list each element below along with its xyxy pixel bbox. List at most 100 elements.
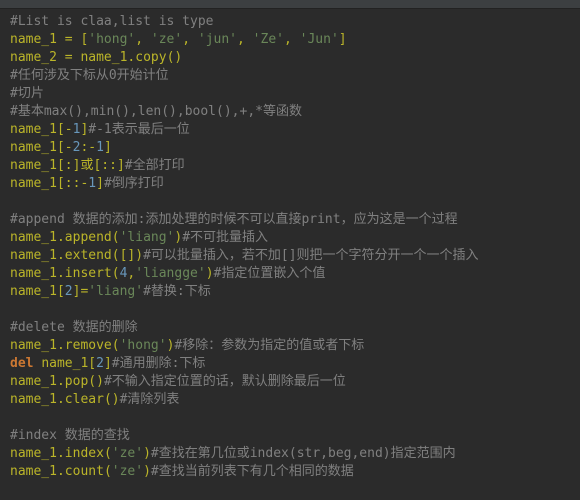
token-op: , bbox=[237, 32, 253, 47]
token-op: . bbox=[57, 230, 65, 245]
token-id: name_1 bbox=[10, 338, 57, 353]
token-id: name_1 bbox=[10, 230, 57, 245]
code-line[interactable]: name_1 = ['hong', 'ze', 'jun', 'Ze', 'Ju… bbox=[10, 31, 572, 49]
token-op: , bbox=[284, 32, 300, 47]
token-br: [ bbox=[88, 356, 96, 371]
token-id: 或 bbox=[80, 158, 93, 173]
code-line[interactable]: name_1[::-1]#倒序打印 bbox=[10, 175, 572, 193]
code-line[interactable]: name_1[-2:-1] bbox=[10, 139, 572, 157]
token-id: name_1 bbox=[10, 464, 57, 479]
code-line[interactable]: del name_1[2]#通用删除:下标 bbox=[10, 355, 572, 373]
code-editor[interactable]: #List is claa,list is typename_1 = ['hon… bbox=[0, 9, 580, 485]
token-id: extend bbox=[65, 248, 112, 263]
token-op: : bbox=[65, 158, 73, 173]
token-str: 'liang' bbox=[120, 230, 175, 245]
token-id: copy bbox=[135, 50, 166, 65]
token-str: 'liang' bbox=[88, 284, 143, 299]
code-line[interactable]: name_1.count('ze')#查找当前列表下有几个相同的数据 bbox=[10, 463, 572, 481]
token-op: = bbox=[57, 50, 80, 65]
token-br: [ bbox=[57, 176, 65, 191]
token-br: ] bbox=[339, 32, 347, 47]
editor-top-bar bbox=[0, 0, 580, 9]
token-br: ) bbox=[143, 446, 151, 461]
token-br: ( bbox=[112, 248, 120, 263]
token-op: = bbox=[57, 32, 80, 47]
code-line[interactable]: name_1.pop()#不输入指定位置的话，默认删除最后一位 bbox=[10, 373, 572, 391]
token-id: clear bbox=[65, 392, 104, 407]
code-line[interactable] bbox=[10, 409, 572, 427]
token-c: #List is claa,list is type bbox=[10, 14, 214, 29]
token-id: name_1 bbox=[10, 176, 57, 191]
code-line[interactable]: name_1[-1]#-1表示最后一位 bbox=[10, 121, 572, 139]
code-line[interactable] bbox=[10, 301, 572, 319]
token-c: #清除列表 bbox=[120, 392, 180, 407]
token-c: #index 数据的查找 bbox=[10, 428, 130, 443]
token-kw: del bbox=[10, 356, 33, 371]
code-line[interactable]: #append 数据的添加:添加处理的时候不可以直接print，应为这是一个过程 bbox=[10, 211, 572, 229]
token-c: #倒序打印 bbox=[104, 176, 164, 191]
token-str: 'ze' bbox=[112, 464, 143, 479]
token-br: () bbox=[88, 374, 104, 389]
code-line[interactable]: #基本max(),min(),len(),bool(),+,*等函数 bbox=[10, 103, 572, 121]
token-id: insert bbox=[65, 266, 112, 281]
token-c: #查找当前列表下有几个相同的数据 bbox=[151, 464, 354, 479]
code-line[interactable]: name_1.index('ze')#查找在第几位或index(str,beg,… bbox=[10, 445, 572, 463]
token-op: , bbox=[182, 32, 198, 47]
token-op: , bbox=[135, 32, 151, 47]
code-line[interactable]: name_1.clear()#清除列表 bbox=[10, 391, 572, 409]
token-br: () bbox=[167, 50, 183, 65]
token-id: pop bbox=[65, 374, 88, 389]
token-br: ] bbox=[96, 176, 104, 191]
code-line[interactable]: #index 数据的查找 bbox=[10, 427, 572, 445]
token-br: [ bbox=[57, 122, 65, 137]
code-line[interactable] bbox=[10, 193, 572, 211]
code-line[interactable]: name_2 = name_1.copy() bbox=[10, 49, 572, 67]
token-op: : bbox=[65, 176, 73, 191]
token-id: index bbox=[65, 446, 104, 461]
token-br: ( bbox=[112, 230, 120, 245]
token-op: - bbox=[88, 140, 96, 155]
code-line[interactable]: name_1.append('liang')#不可批量插入 bbox=[10, 229, 572, 247]
token-br: [ bbox=[57, 158, 65, 173]
token-op: . bbox=[57, 374, 65, 389]
code-line[interactable]: #List is claa,list is type bbox=[10, 13, 572, 31]
token-c: #不输入指定位置的话，默认删除最后一位 bbox=[104, 374, 346, 389]
token-op: : bbox=[101, 158, 109, 173]
token-id: name_1 bbox=[10, 392, 57, 407]
code-line[interactable]: #任何涉及下标从0开始计位 bbox=[10, 67, 572, 85]
token-op: . bbox=[57, 266, 65, 281]
token-br: ( bbox=[112, 338, 120, 353]
token-id: name_1 bbox=[10, 140, 57, 155]
token-id: count bbox=[65, 464, 104, 479]
token-str: 'hong' bbox=[120, 338, 167, 353]
code-line[interactable]: name_1[2]='liang'#替换:下标 bbox=[10, 283, 572, 301]
token-str: 'jun' bbox=[198, 32, 237, 47]
token-op: - bbox=[65, 122, 73, 137]
code-line[interactable]: #delete 数据的删除 bbox=[10, 319, 572, 337]
token-str: 'Ze' bbox=[253, 32, 284, 47]
code-line[interactable]: name_1.insert(4,'liangge')#指定位置嵌入个值 bbox=[10, 265, 572, 283]
code-line[interactable]: name_1[:]或[::]#全部打印 bbox=[10, 157, 572, 175]
token-id: name_1 bbox=[10, 446, 57, 461]
token-id: name_1 bbox=[10, 248, 57, 263]
token-c: #append 数据的添加:添加处理的时候不可以直接print，应为这是一个过程 bbox=[10, 212, 458, 227]
token-id: name_1 bbox=[10, 158, 57, 173]
token-op: . bbox=[57, 464, 65, 479]
token-br: ) bbox=[135, 248, 143, 263]
token-str: 'liangge' bbox=[135, 266, 205, 281]
token-str: 'ze' bbox=[112, 446, 143, 461]
token-num: 1 bbox=[96, 140, 104, 155]
token-id: name_2 bbox=[10, 50, 57, 65]
token-op: . bbox=[57, 392, 65, 407]
code-line[interactable]: name_1.remove('hong')#移除：参数为指定的值或者下标 bbox=[10, 337, 572, 355]
code-line[interactable]: #切片 bbox=[10, 85, 572, 103]
token-op: : bbox=[109, 158, 117, 173]
code-line[interactable]: name_1.extend([])#可以批量插入，若不加[]则把一个字符分开一个… bbox=[10, 247, 572, 265]
token-op: . bbox=[57, 446, 65, 461]
token-id: append bbox=[65, 230, 112, 245]
token-c: #替换:下标 bbox=[143, 284, 211, 299]
token-c: #切片 bbox=[10, 86, 44, 101]
token-op: . bbox=[57, 338, 65, 353]
token-id: remove bbox=[65, 338, 112, 353]
token-c: #查找在第几位或index(str,beg,end)指定范围内 bbox=[151, 446, 456, 461]
